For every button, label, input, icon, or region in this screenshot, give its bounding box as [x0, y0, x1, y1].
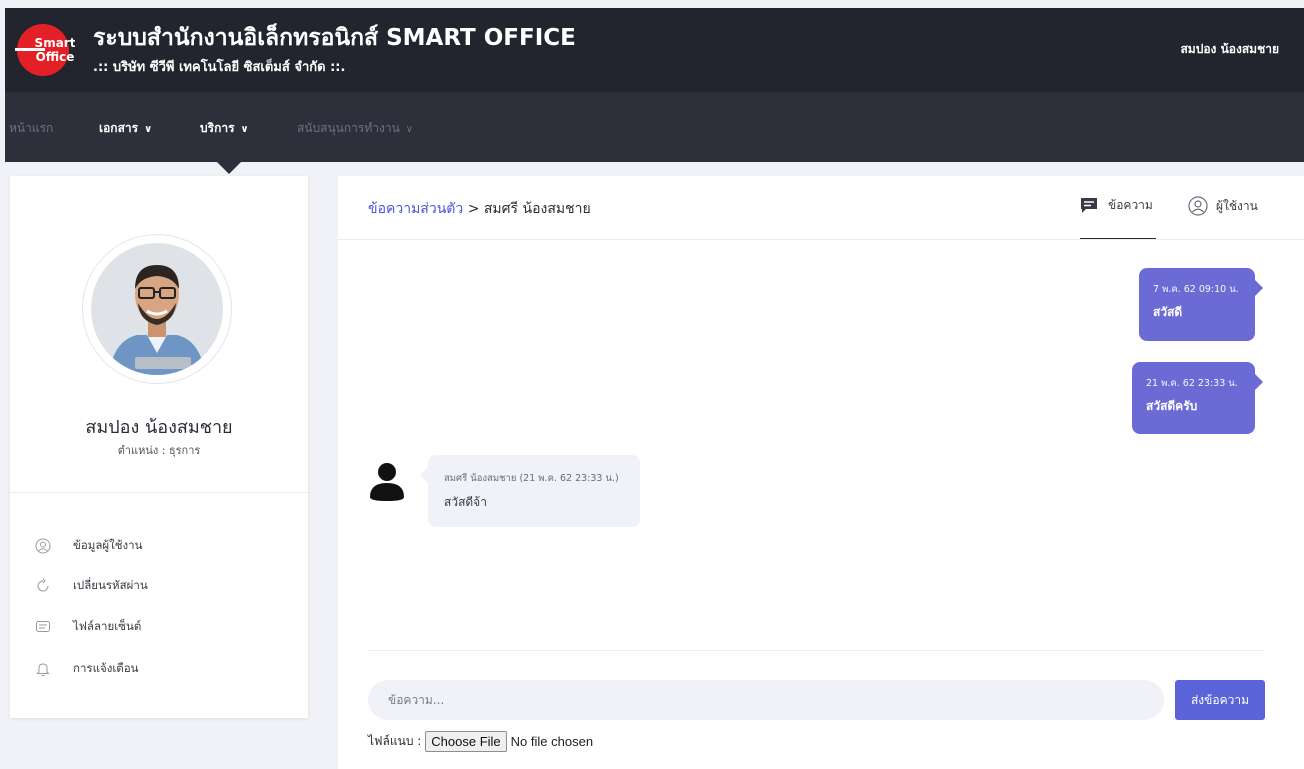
avatar-frame [82, 234, 232, 384]
breadcrumb-current: > สมศรี น้องสมชาย [467, 201, 591, 217]
tab-label: ผู้ใช้งาน [1216, 198, 1258, 213]
file-status: No file chosen [510, 734, 594, 749]
breadcrumb: ข้อความส่วนตัว > สมศรี น้องสมชาย [368, 198, 591, 220]
breadcrumb-link[interactable]: ข้อความส่วนตัว [368, 201, 463, 217]
logo-text-bottom: Office [36, 50, 75, 64]
menu-item-change-password[interactable]: เปลี่ยนรหัสผ่าน [35, 576, 148, 596]
nav-item-label: เอกสาร [99, 121, 139, 135]
user-circle-icon [1188, 196, 1208, 216]
nav-item-label: สนับสนุนการทำงาน [297, 121, 400, 135]
nav-item-work-support[interactable]: สนับสนุนการทำงาน ∨ [297, 119, 413, 138]
menu-item-label: ข้อมูลผู้ใช้งาน [73, 538, 143, 552]
attachment-label: ไฟล์แนบ : [368, 734, 422, 748]
refresh-icon [37, 578, 49, 592]
composer-divider [368, 650, 1264, 651]
chevron-down-icon: ∨ [144, 124, 153, 135]
message-bubble-in: สมศรี น้องสมชาย (21 พ.ค. 62 23:33 น.) สว… [420, 455, 640, 527]
nav-item-documents[interactable]: เอกสาร ∨ [99, 119, 152, 138]
profile-name: สมปอง น้องสมชาย [85, 417, 233, 438]
message-text: สวัสดีครับ [1146, 399, 1198, 413]
message-text: สวัสดีจ้า [444, 495, 487, 509]
app-header: Smart Office ระบบสำนักงานอิเล็กทรอนิกส์ … [5, 8, 1304, 92]
company-name: .:: บริษัท ซีวีพี เทคโนโลยี ซิสเต็มส์ จำ… [93, 60, 346, 75]
tab-users[interactable]: ผู้ใช้งาน [1188, 196, 1258, 216]
message-text: สวัสดี [1153, 305, 1183, 319]
message-timestamp: 21 พ.ค. 62 23:33 น. [1146, 378, 1238, 389]
send-message-button[interactable]: ส่งข้อความ [1175, 680, 1265, 720]
logo-text-top: Smart [35, 36, 75, 50]
profile-card: สมปอง น้องสมชาย ตำแหน่ง : ธุรการ ข้อมูลผ… [10, 176, 308, 718]
message-timestamp: 7 พ.ค. 62 09:10 น. [1153, 284, 1239, 295]
nav-item-label: หน้าแรก [9, 121, 54, 135]
profile-position: ตำแหน่ง : ธุรการ [117, 444, 201, 457]
attachment-row: ไฟล์แนบ : Choose File No file chosen [368, 731, 593, 752]
main-nav: หน้าแรก เอกสาร ∨ บริการ ∨ สนับสนุนการทำงาน… [5, 92, 1304, 162]
tab-label: ข้อความ [1108, 198, 1153, 212]
message-input[interactable] [368, 680, 1164, 720]
menu-item-signature-file[interactable]: ไฟล์ลายเซ็นต์ [35, 617, 141, 637]
chevron-down-icon: ∨ [240, 124, 249, 135]
message-bubble-out: 21 พ.ค. 62 23:33 น. สวัสดีครับ [1132, 362, 1263, 434]
avatar [91, 243, 223, 375]
contact-avatar-icon [370, 463, 404, 501]
app-title: ระบบสำนักงานอิเล็กทรอนิกส์ SMART OFFICE [93, 25, 576, 51]
chat-panel: ข้อความส่วนตัว > สมศรี น้องสมชาย ข้อความ… [338, 176, 1304, 769]
nav-item-home[interactable]: หน้าแรก [9, 119, 53, 138]
chat-icon [1081, 197, 1097, 213]
chat-header-divider [338, 239, 1304, 240]
choose-file-button[interactable]: Choose File [425, 731, 507, 752]
nav-item-label: บริการ [200, 121, 235, 135]
menu-item-label: ไฟล์ลายเซ็นต์ [73, 619, 142, 633]
menu-item-user-info[interactable]: ข้อมูลผู้ใช้งาน [35, 536, 143, 556]
header-user-name[interactable]: สมปอง น้องสมชาย [1180, 40, 1279, 59]
menu-item-label: การแจ้งเตือน [73, 661, 139, 675]
menu-item-notifications[interactable]: การแจ้งเตือน [35, 659, 139, 679]
bell-icon [36, 663, 50, 676]
card-divider [10, 492, 308, 493]
nav-active-pointer [215, 160, 243, 174]
smart-office-logo[interactable]: Smart Office [15, 22, 76, 78]
message-bubble-out: 7 พ.ค. 62 09:10 น. สวัสดี [1139, 268, 1263, 341]
chevron-down-icon: ∨ [405, 124, 414, 135]
tab-messages[interactable]: ข้อความ [1080, 196, 1153, 215]
menu-item-label: เปลี่ยนรหัสผ่าน [73, 578, 148, 592]
file-icon [36, 621, 50, 632]
message-sender-timestamp: สมศรี น้องสมชาย (21 พ.ค. 62 23:33 น.) [444, 473, 619, 484]
nav-item-services[interactable]: บริการ ∨ [200, 119, 249, 138]
user-icon [35, 538, 51, 554]
